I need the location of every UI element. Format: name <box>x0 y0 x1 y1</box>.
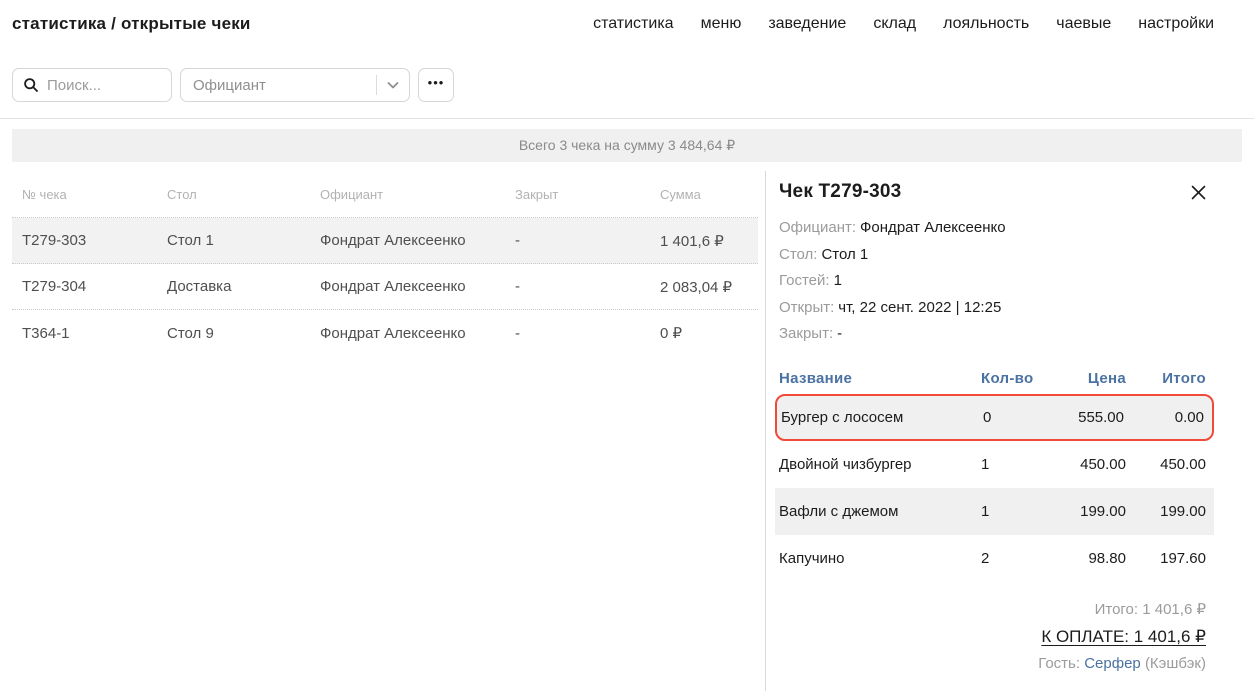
item-row: Капучино 2 98.80 197.60 <box>775 535 1214 582</box>
checks-table-header: № чека Стол Официант Закрыт Сумма <box>12 171 758 218</box>
item-price: 555.00 <box>1078 409 1124 426</box>
item-name: Бургер с лососем <box>781 409 983 426</box>
item-qty: 1 <box>981 503 1076 520</box>
check-items-table: Название Кол-во Цена Итого Бургер с лосо… <box>779 364 1206 582</box>
filters-toolbar: Официант ••• <box>0 44 1254 112</box>
detail-waiter: Официант:Фондрат Алексеенко <box>779 215 1206 242</box>
cell-waiter: Фондрат Алексеенко <box>320 232 515 249</box>
item-row: Вафли с джемом 1 199.00 199.00 <box>775 488 1214 535</box>
cell-closed: - <box>515 232 660 249</box>
item-total: 199.00 <box>1126 503 1206 520</box>
guest-line: Гость: Серфер (Кэшбэк) <box>779 655 1206 672</box>
detail-guests: Гостей:1 <box>779 268 1206 295</box>
check-title: Чек T279-303 <box>779 181 901 203</box>
search-input[interactable] <box>47 77 161 94</box>
waiter-filter-dropdown[interactable]: Официант <box>180 68 410 102</box>
nav-item-tips[interactable]: чаевые <box>1056 15 1111 33</box>
cell-check-number: T279-304 <box>22 278 167 295</box>
cell-sum: 0 ₽ <box>660 324 758 342</box>
detail-opened: Открыт:чт, 22 сент. 2022 | 12:25 <box>779 295 1206 322</box>
waiter-filter-placeholder: Официант <box>193 77 376 94</box>
guest-label: Гость: <box>1038 655 1080 672</box>
cell-table: Стол 9 <box>167 325 320 342</box>
item-qty: 2 <box>981 550 1076 567</box>
detail-closed: Закрыт:- <box>779 321 1206 348</box>
item-row: Двойной чизбургер 1 450.00 450.00 <box>775 441 1214 488</box>
nav-item-settings[interactable]: настройки <box>1138 15 1214 33</box>
item-price: 199.00 <box>1076 503 1126 520</box>
detail-table: Стол:Стол 1 <box>779 242 1206 269</box>
col-closed: Закрыт <box>515 187 660 202</box>
panel-header: Чек T279-303 <box>779 181 1206 203</box>
item-qty: 0 <box>983 409 1078 426</box>
item-row-highlighted: Бургер с лососем 0 555.00 0.00 <box>775 394 1214 441</box>
col-check-number: № чека <box>22 187 167 202</box>
search-icon <box>23 77 39 93</box>
item-price: 450.00 <box>1076 456 1126 473</box>
cell-check-number: T279-303 <box>22 232 167 249</box>
nav-item-menu[interactable]: меню <box>701 15 742 33</box>
cell-closed: - <box>515 278 660 295</box>
item-name: Двойной чизбургер <box>779 456 981 473</box>
top-bar: статистика / открытые чеки статистика ме… <box>0 0 1254 44</box>
item-total: 0.00 <box>1124 409 1204 426</box>
col-item-total: Итого <box>1126 370 1206 387</box>
check-details: Официант:Фондрат Алексеенко Стол:Стол 1 … <box>779 215 1206 348</box>
cell-sum: 1 401,6 ₽ <box>660 232 758 250</box>
guest-note: (Кэшбэк) <box>1145 655 1206 672</box>
item-qty: 1 <box>981 456 1076 473</box>
col-table: Стол <box>167 187 320 202</box>
col-item-price: Цена <box>1076 370 1126 387</box>
subtotal-text: Итого: 1 401,6 ₽ <box>779 600 1206 618</box>
to-pay-link[interactable]: К ОПЛАТЕ: 1 401,6 ₽ <box>1041 627 1206 647</box>
table-row[interactable]: T279-304 Доставка Фондрат Алексеенко - 2… <box>12 264 758 310</box>
cell-closed: - <box>515 325 660 342</box>
check-detail-panel: Чек T279-303 Официант:Фондрат Алексеенко… <box>765 171 1254 691</box>
chevron-down-icon <box>385 77 401 93</box>
main-area: № чека Стол Официант Закрыт Сумма T279-3… <box>0 171 1254 691</box>
col-item-qty: Кол-во <box>981 370 1076 387</box>
cell-table: Доставка <box>167 278 320 295</box>
nav-item-venue[interactable]: заведение <box>768 15 846 33</box>
item-price: 98.80 <box>1076 550 1126 567</box>
col-sum: Сумма <box>660 187 758 202</box>
col-waiter: Официант <box>320 187 515 202</box>
nav-item-loyalty[interactable]: лояльность <box>943 15 1029 33</box>
nav-item-statistics[interactable]: статистика <box>593 15 673 33</box>
main-nav: статистика меню заведение склад лояльнос… <box>593 15 1214 33</box>
search-box <box>12 68 172 102</box>
summary-text: Всего 3 чека на сумму 3 484,64 ₽ <box>519 137 735 154</box>
cell-waiter: Фондрат Алексеенко <box>320 325 515 342</box>
close-icon[interactable] <box>1191 185 1206 200</box>
cell-check-number: T364-1 <box>22 325 167 342</box>
cell-sum: 2 083,04 ₽ <box>660 278 758 296</box>
col-item-name: Название <box>779 370 981 387</box>
ellipsis-icon: ••• <box>428 75 445 90</box>
more-filters-button[interactable]: ••• <box>418 68 454 102</box>
item-total: 197.60 <box>1126 550 1206 567</box>
item-name: Капучино <box>779 550 981 567</box>
summary-banner: Всего 3 чека на сумму 3 484,64 ₽ <box>12 129 1242 162</box>
cell-waiter: Фондрат Алексеенко <box>320 278 515 295</box>
guest-name-link[interactable]: Серфер <box>1084 655 1141 672</box>
cell-table: Стол 1 <box>167 232 320 249</box>
toolbar-divider <box>0 118 1254 119</box>
item-total: 450.00 <box>1126 456 1206 473</box>
items-table-header: Название Кол-во Цена Итого <box>779 364 1206 394</box>
check-totals: Итого: 1 401,6 ₽ К ОПЛАТЕ: 1 401,6 ₽ Гос… <box>779 600 1206 672</box>
item-name: Вафли с джемом <box>779 503 981 520</box>
table-row[interactable]: T279-303 Стол 1 Фондрат Алексеенко - 1 4… <box>12 218 758 264</box>
nav-item-warehouse[interactable]: склад <box>873 15 916 33</box>
breadcrumb: статистика / открытые чеки <box>12 14 251 34</box>
table-row[interactable]: T364-1 Стол 9 Фондрат Алексеенко - 0 ₽ <box>12 310 758 356</box>
checks-table: № чека Стол Официант Закрыт Сумма T279-3… <box>0 171 765 691</box>
dropdown-divider <box>376 75 377 95</box>
